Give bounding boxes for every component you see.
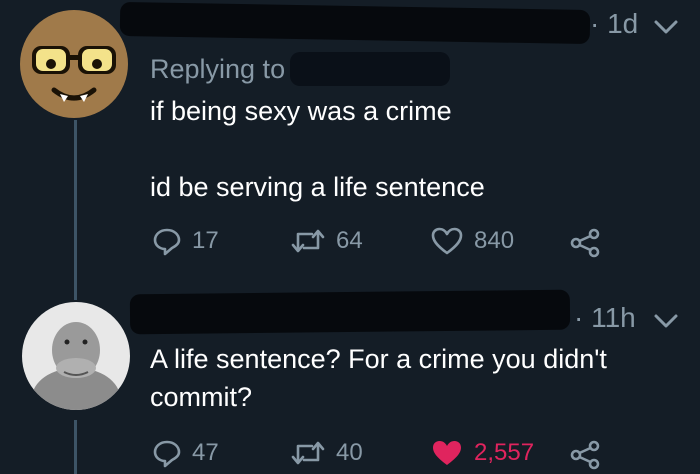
avatar[interactable]	[22, 302, 130, 410]
avatar[interactable]	[18, 8, 130, 120]
retweet-count: 64	[336, 227, 363, 254]
reply-icon	[153, 440, 181, 468]
reply-count: 47	[192, 439, 219, 466]
thread-line-top	[74, 120, 77, 300]
heart-icon	[433, 441, 461, 465]
like-count: 840	[474, 227, 515, 254]
replying-to-label: Replying to	[150, 54, 286, 84]
heart-icon	[431, 227, 463, 255]
like-button[interactable]: 2,557	[430, 438, 534, 468]
chevron-down-icon[interactable]	[652, 312, 680, 330]
tweet-text-line-1: if being sexy was a crime	[150, 96, 452, 126]
share-icon	[570, 228, 600, 258]
reply-button[interactable]: 17	[152, 226, 219, 256]
tweet-timestamp: · 1d	[590, 8, 639, 39]
chevron-down-icon[interactable]	[652, 18, 680, 36]
retweet-icon	[291, 441, 325, 465]
redacted-handle[interactable]	[290, 52, 450, 86]
thread-line-bottom	[74, 420, 77, 474]
retweet-button[interactable]: 64	[290, 226, 363, 256]
redacted-name	[119, 1, 591, 45]
tweet-timestamp: · 11h	[574, 302, 636, 333]
like-count: 2,557	[474, 439, 535, 466]
retweet-button[interactable]: 40	[290, 438, 363, 468]
share-button[interactable]	[568, 228, 602, 258]
retweet-icon	[291, 229, 325, 253]
tweet-text-line-2: id be serving a life sentence	[150, 172, 485, 202]
reply-icon	[153, 228, 181, 256]
redacted-name	[129, 289, 571, 335]
retweet-count: 40	[336, 439, 363, 466]
share-icon	[570, 440, 600, 470]
share-button[interactable]	[568, 440, 602, 470]
reply-count: 17	[192, 227, 219, 254]
reply-button[interactable]: 47	[152, 438, 219, 468]
like-button[interactable]: 840	[430, 226, 514, 256]
tweet-text: A life sentence? For a crime you didn't …	[150, 344, 607, 412]
